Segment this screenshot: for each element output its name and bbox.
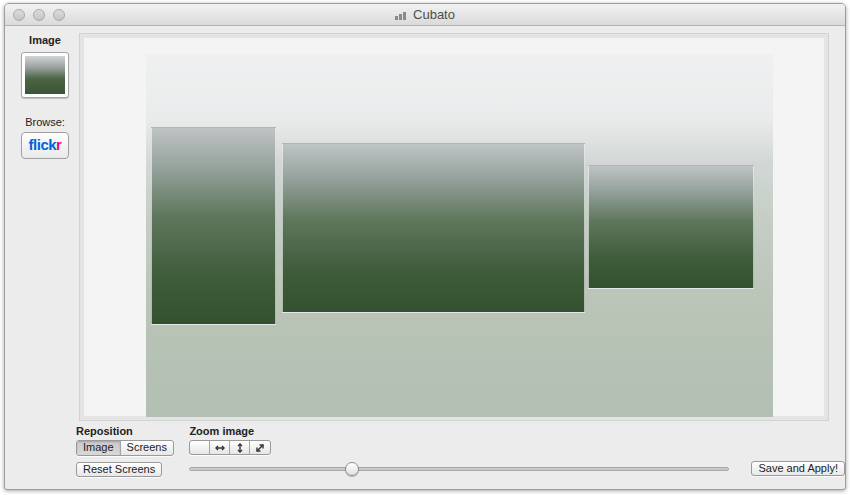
reposition-segment[interactable]: Image: [77, 441, 121, 455]
screen-rectangle[interactable]: [282, 143, 585, 313]
save-apply-button[interactable]: Save and Apply!: [751, 461, 845, 476]
diagonal-arrows-icon: [255, 443, 265, 453]
zoom-mode-segment[interactable]: [190, 441, 210, 454]
browse-label: Browse:: [25, 116, 65, 129]
image-label: Image: [29, 34, 61, 47]
image-thumbnail[interactable]: [21, 52, 69, 98]
title-bar: Cubato: [5, 4, 845, 26]
sidebar: Image Browse: flickr: [11, 31, 79, 421]
image-canvas: [79, 33, 829, 421]
blank-icon: [195, 443, 205, 453]
zoom-slider-thumb[interactable]: [345, 462, 359, 476]
control-bar: Reposition ImageScreens Reset Screens Zo…: [5, 421, 845, 489]
zoom-mode-segment[interactable]: [230, 441, 250, 454]
flickr-button[interactable]: flickr: [21, 132, 69, 159]
minimize-button[interactable]: [33, 9, 45, 21]
main-area: Image Browse: flickr: [5, 26, 845, 421]
zoom-slider-fill: [190, 468, 351, 470]
horizontal-arrows-icon: [215, 443, 225, 453]
zoom-segmented: [189, 440, 271, 455]
screen-rectangle[interactable]: [588, 165, 754, 289]
reposition-segmented: ImageScreens: [76, 440, 174, 456]
zoom-button[interactable]: [53, 9, 65, 21]
app-window: Cubato Image Browse: flickr Reposition I…: [4, 3, 846, 490]
close-button[interactable]: [13, 9, 25, 21]
reset-screens-button[interactable]: Reset Screens: [76, 462, 162, 477]
reposition-label: Reposition: [76, 425, 133, 438]
window-controls: [5, 9, 69, 21]
zoom-slider[interactable]: [189, 467, 729, 471]
flickr-logo-part: flick: [29, 136, 57, 153]
zoom-label: Zoom image: [189, 425, 254, 438]
screen-rectangle[interactable]: [151, 127, 276, 325]
wallpaper-photo[interactable]: [146, 54, 773, 417]
zoom-mode-segment[interactable]: [210, 441, 230, 454]
reposition-segment[interactable]: Screens: [121, 441, 173, 455]
vertical-arrows-icon: [235, 443, 245, 453]
app-icon: [395, 10, 409, 20]
zoom-mode-segment[interactable]: [250, 441, 270, 454]
flickr-logo-part: r: [56, 136, 61, 153]
window-title: Cubato: [413, 7, 455, 23]
